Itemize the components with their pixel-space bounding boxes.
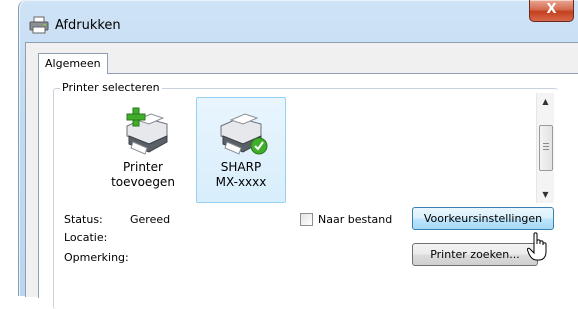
- print-dialog-window: Afdrukken X Algemeen Printer selecteren: [18, 0, 578, 309]
- printer-list-scrollbar[interactable]: ▲ ▼: [536, 93, 554, 203]
- printer-default-icon: [220, 113, 268, 155]
- preferences-button[interactable]: Voorkeursinstellingen: [412, 207, 554, 230]
- comment-label: Opmerking:: [64, 251, 129, 264]
- tabs-container: Algemeen Printer selecteren Printer toev…: [25, 42, 578, 309]
- printer-name: SHARP MX-xxxx: [215, 160, 267, 189]
- close-icon: X: [546, 2, 557, 17]
- printer-list[interactable]: Printer toevoegen SHARP MX-xxxx: [60, 97, 536, 207]
- printer-icon: [29, 16, 49, 34]
- print-to-file-label[interactable]: Naar bestand: [318, 213, 392, 226]
- scroll-down-icon[interactable]: ▼: [537, 186, 554, 203]
- status-label: Status:: [64, 213, 103, 226]
- add-printer-icon: [126, 107, 168, 155]
- print-to-file-checkbox[interactable]: [300, 213, 313, 226]
- status-value: Gereed: [130, 213, 171, 226]
- scroll-up-icon[interactable]: ▲: [537, 93, 554, 110]
- tab-algemeen[interactable]: Algemeen: [38, 53, 108, 74]
- close-button[interactable]: X: [529, 0, 574, 22]
- printer-item-add[interactable]: Printer toevoegen: [98, 97, 188, 203]
- title-bar[interactable]: Afdrukken X: [19, 0, 578, 42]
- tab-page-general: Printer selecteren Printer toevoegen SHA…: [38, 73, 578, 309]
- location-label: Locatie:: [64, 231, 108, 244]
- window-title: Afdrukken: [55, 18, 121, 33]
- printer-item-sharp[interactable]: SHARP MX-xxxx: [196, 97, 286, 203]
- find-printer-button[interactable]: Printer zoeken...: [412, 243, 538, 266]
- group-label: Printer selecteren: [60, 81, 162, 94]
- scroll-thumb[interactable]: [539, 125, 553, 171]
- printer-name: Printer toevoegen: [111, 160, 175, 189]
- printer-select-group: Printer selecteren Printer toevoegen SHA…: [53, 81, 558, 309]
- mouse-cursor-icon: [527, 232, 547, 261]
